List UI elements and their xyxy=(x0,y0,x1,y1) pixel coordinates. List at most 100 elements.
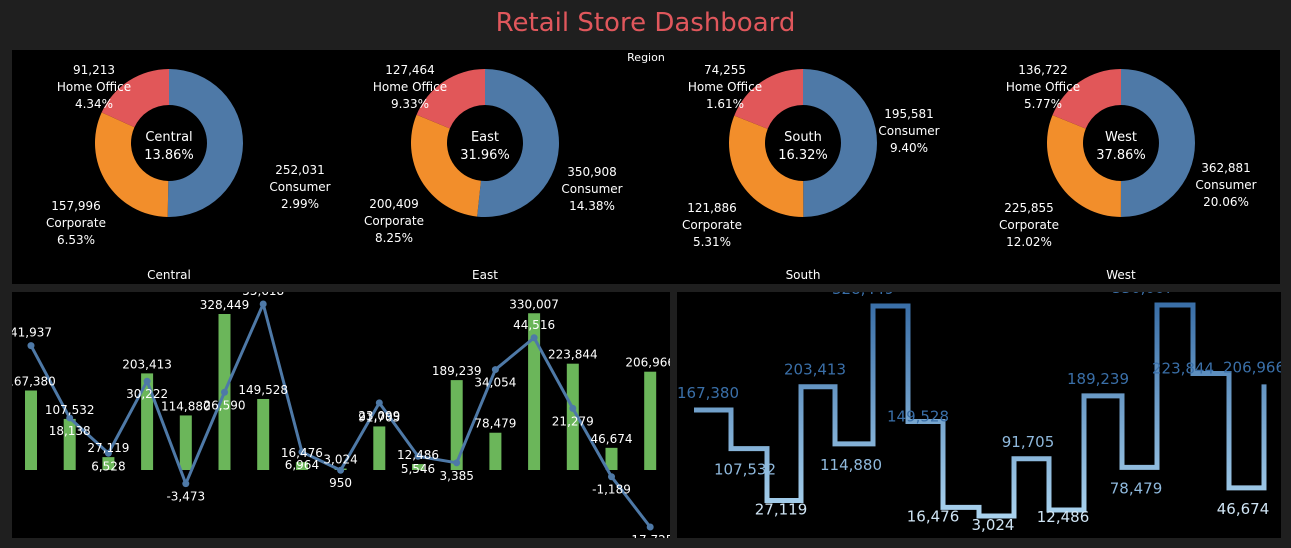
line-label: 41,937 xyxy=(12,326,52,340)
step-label: 189,239 xyxy=(1067,370,1129,388)
line-label: 26,590 xyxy=(204,398,246,412)
region-donut-panel: Region Central 13.86% 252,031 Consumer 2.99% 1… xyxy=(12,50,1280,284)
donut-south: South 16.32% 195,581 Consumer 9.40% 121,886 Co… xyxy=(682,63,940,249)
bar-label: 78,479 xyxy=(474,417,516,431)
line-label: 30,222 xyxy=(126,387,168,401)
bar-label: 330,007 xyxy=(509,297,559,311)
donut-center-pct: 13.86% xyxy=(144,148,194,163)
donut-east: East 31.96% 350,908 Consumer 14.38% 200,409 Co… xyxy=(364,63,623,245)
bar xyxy=(25,390,37,470)
donut-footer-label: East xyxy=(472,268,498,282)
step-label: 330,007 xyxy=(1112,292,1174,297)
line-label: 6,964 xyxy=(285,458,319,472)
step-label: 107,532 xyxy=(714,461,776,479)
donut-central: Central 13.86% 252,031 Consumer 2.99% 157,996… xyxy=(46,63,331,247)
step-label: 203,413 xyxy=(784,361,846,379)
bar-line-panel: 167,380107,53227,119203,413114,880328,44… xyxy=(6,284,675,547)
bar-label: 206,966 xyxy=(625,356,670,370)
donut-data-label: 20.06% xyxy=(1203,195,1249,209)
line-point xyxy=(27,342,35,350)
line-label: 21,279 xyxy=(552,414,594,428)
donut-data-label: 5.31% xyxy=(693,235,731,249)
step-label: 16,476 xyxy=(907,507,960,525)
donut-data-label: 252,031 xyxy=(275,163,325,177)
donut-west: West 37.86% 362,881 Consumer 20.06% 225,855 Co… xyxy=(999,63,1257,249)
line-label: 18,138 xyxy=(49,424,91,438)
donut-data-label: Consumer xyxy=(878,124,939,138)
line-point xyxy=(608,473,615,481)
bar-label: 328,449 xyxy=(200,298,250,312)
donut-data-label: Home Office xyxy=(1006,80,1080,94)
donut-data-label: 8.25% xyxy=(375,231,413,245)
donut-data-label: 91,213 xyxy=(73,63,115,77)
bar-label: 223,844 xyxy=(548,348,598,362)
donut-center-region: Central xyxy=(145,130,192,145)
line-label: -17,725 xyxy=(627,533,670,538)
donut-data-label: 136,722 xyxy=(1018,63,1068,77)
line-point xyxy=(337,466,345,474)
donut-data-label: Consumer xyxy=(269,180,330,194)
bar-label: 107,532 xyxy=(45,403,95,417)
bar-label: 203,413 xyxy=(122,357,172,371)
donut-data-label: Home Office xyxy=(688,80,762,94)
line-label: 6,528 xyxy=(91,459,125,473)
step-label: 223,844 xyxy=(1152,360,1214,378)
donut-data-label: Home Office xyxy=(57,80,131,94)
step-line-chart: 167,380 107,532 27,119 203,413 114,880 328,44… xyxy=(677,279,1285,534)
line-label: -1,189 xyxy=(592,483,631,497)
step-label: 46,674 xyxy=(1217,500,1270,518)
donut-data-label: 350,908 xyxy=(567,165,617,179)
donut-data-label: 362,881 xyxy=(1201,161,1251,175)
line-point xyxy=(375,399,383,407)
donut-center-pct: 16.32% xyxy=(778,148,828,163)
line-point xyxy=(453,459,461,467)
donut-footer-label: Central xyxy=(147,268,191,282)
line-label: 44,516 xyxy=(513,318,555,332)
donut-data-label: 74,255 xyxy=(704,63,746,77)
bar-label: 149,528 xyxy=(238,383,288,397)
donut-data-label: 1.61% xyxy=(706,97,744,111)
donut-data-label: 6.53% xyxy=(57,233,95,247)
step-label: 206,966 xyxy=(1223,358,1281,376)
donut-data-label: Corporate xyxy=(46,216,106,230)
donut-data-label: 195,581 xyxy=(884,107,934,121)
line-point xyxy=(182,480,190,488)
donut-center-region: East xyxy=(471,130,499,145)
step-label: 3,024 xyxy=(972,516,1015,534)
donut-data-label: 9.40% xyxy=(890,141,928,155)
line-label: 23,099 xyxy=(358,409,400,423)
region-header: Region xyxy=(627,51,665,64)
line-point xyxy=(530,334,538,342)
bar-label: 12,486 xyxy=(397,448,439,462)
donut-center-region: West xyxy=(1105,130,1137,145)
step-label: 328,449 xyxy=(832,292,894,298)
step-line xyxy=(694,302,1267,519)
donut-data-label: Consumer xyxy=(561,182,622,196)
donut-data-label: 200,409 xyxy=(369,197,419,211)
bar xyxy=(644,371,657,470)
donut-data-label: Corporate xyxy=(682,218,742,232)
donut-data-label: 5.77% xyxy=(1024,97,1062,111)
region-donut-chart: Region Central 13.86% 252,031 Consumer 2.99% 1… xyxy=(46,51,1257,282)
line-point xyxy=(491,366,499,374)
bar xyxy=(373,426,386,470)
line-point xyxy=(259,300,267,308)
line-label: 34,054 xyxy=(474,376,516,390)
donut-data-label: 127,464 xyxy=(385,63,435,77)
bar-label: 46,674 xyxy=(591,432,633,446)
line-point xyxy=(569,404,577,412)
donut-data-label: 225,855 xyxy=(1004,201,1054,215)
step-line-panel: 167,380 107,532 27,119 203,413 114,880 328,44… xyxy=(677,279,1285,538)
step-label: 91,705 xyxy=(1002,433,1055,451)
page-title: Retail Store Dashboard xyxy=(495,8,796,38)
donut-center-region: South xyxy=(784,130,822,145)
step-label: 149,528 xyxy=(887,407,949,425)
donut-center-pct: 37.86% xyxy=(1096,148,1146,163)
bar xyxy=(257,398,270,470)
bar-label: 27,119 xyxy=(87,441,129,455)
step-label: 78,479 xyxy=(1110,479,1163,497)
donut-data-label: 157,996 xyxy=(51,199,101,213)
line-label: 950 xyxy=(329,476,352,490)
donut-data-label: 4.34% xyxy=(75,97,113,111)
donut-data-label: 9.33% xyxy=(391,97,429,111)
